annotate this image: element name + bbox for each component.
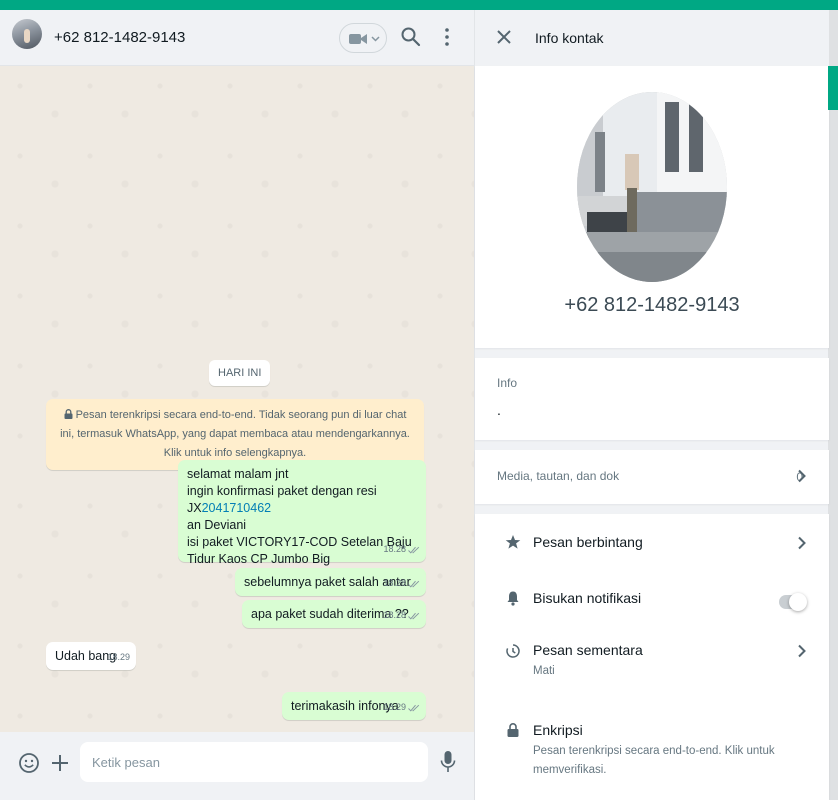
emoji-icon[interactable] (18, 752, 40, 774)
message-line: selamat malam jnt (187, 467, 289, 481)
starred-messages-label: Pesan berbintang (533, 534, 643, 550)
encryption-label: Enkripsi (533, 722, 583, 738)
profile-phone-number: +62 812-1482-9143 (564, 294, 740, 316)
message-bubble-outgoing[interactable]: selamat malam jnt ingin konfirmasi paket… (178, 460, 426, 566)
top-accent-bar (0, 0, 838, 10)
message-meta: 18.28 (383, 607, 420, 624)
encryption-notice-text: Pesan terenkripsi secara end-to-end. Tid… (60, 409, 410, 459)
message-bubble-outgoing[interactable]: apa paket sudah diterima ?? 18.28 (242, 600, 426, 628)
chat-wallpaper: HARI INI Pesan terenkripsi secara end-to… (0, 66, 474, 742)
plus-icon[interactable] (50, 753, 70, 773)
double-check-icon (408, 580, 420, 588)
about-section: Info . (475, 358, 829, 440)
disappearing-messages-status: Mati (533, 665, 555, 677)
panel-edge-accent (828, 66, 838, 110)
message-input[interactable] (80, 742, 428, 782)
chat-header[interactable]: +62 812-1482-9143 (0, 10, 474, 66)
message-time: 18.28 (383, 544, 406, 554)
message-bubble-incoming[interactable]: Udah bang 18.29 (46, 642, 136, 670)
message-meta: 18.29 (107, 649, 130, 666)
profile-photo[interactable] (577, 92, 727, 282)
mute-notifications-row[interactable]: Bisukan notifikasi (475, 574, 829, 630)
about-text: . (497, 402, 501, 418)
message-line: an Deviani (187, 518, 247, 532)
message-bubble-outgoing[interactable]: sebelumnya paket salah antar 18.28 (235, 568, 426, 596)
message-time: 18.29 (383, 702, 406, 712)
encryption-row[interactable]: Enkripsi Pesan terenkripsi secara end-to… (475, 706, 829, 786)
tracking-number-link[interactable]: 2041710462 (202, 501, 272, 515)
search-icon[interactable] (400, 26, 422, 48)
chevron-right-icon (798, 469, 806, 483)
message-time: 18.29 (107, 652, 130, 662)
starred-messages-row[interactable]: Pesan berbintang (475, 518, 829, 574)
message-meta: 18.29 (383, 699, 420, 716)
lock-icon (507, 723, 519, 737)
disappearing-messages-row[interactable]: Pesan sementara Mati (475, 630, 829, 696)
star-icon (505, 535, 521, 549)
timer-icon (506, 644, 520, 658)
disappearing-messages-label: Pesan sementara (533, 642, 643, 658)
video-call-icon (349, 34, 367, 44)
info-title: Info kontak (535, 30, 604, 46)
double-check-icon (408, 546, 420, 554)
double-check-icon (408, 612, 420, 620)
mute-notifications-toggle[interactable] (779, 593, 807, 611)
chevron-right-icon (798, 644, 806, 658)
double-check-icon (408, 704, 420, 712)
info-header: Info kontak (475, 10, 829, 66)
message-meta: 18.28 (383, 541, 420, 558)
chevron-down-icon (371, 36, 380, 42)
chevron-right-icon (798, 536, 806, 550)
options-section: Pesan berbintang Bisukan notifikasi Pesa… (475, 514, 829, 800)
media-label: Media, tautan, dan dok (497, 469, 620, 483)
message-time: 18.28 (383, 610, 406, 620)
contact-avatar[interactable] (12, 19, 42, 49)
message-meta: 18.28 (383, 575, 420, 592)
message-time: 18.28 (383, 578, 406, 588)
profile-photo-image (577, 92, 727, 282)
about-label: Info (497, 376, 518, 390)
message-composer (0, 732, 474, 800)
media-section[interactable]: Media, tautan, dan dok 0 (475, 450, 829, 504)
date-chip: HARI INI (209, 360, 271, 386)
mute-notifications-label: Bisukan notifikasi (533, 590, 642, 606)
close-icon[interactable] (495, 28, 513, 46)
chat-panel: +62 812-1482-9143 HARI INI Pesan terenkr… (0, 10, 474, 800)
video-call-button[interactable] (339, 23, 387, 53)
message-bubble-outgoing[interactable]: terimakasih infonya 18.29 (282, 692, 426, 720)
microphone-icon[interactable] (440, 750, 456, 774)
chat-contact-name[interactable]: +62 812-1482-9143 (54, 29, 185, 46)
profile-section: +62 812-1482-9143 (475, 66, 829, 348)
encryption-description: Pesan terenkripsi secara end-to-end. Kli… (533, 745, 775, 776)
lock-icon (64, 409, 73, 419)
message-line: ingin konfirmasi paket dengan resi JX204… (187, 483, 416, 517)
contact-info-panel: Info kontak +62 812-1482-9143 Info . Med… (474, 10, 829, 800)
menu-dots-icon[interactable] (436, 26, 458, 48)
bell-icon (507, 591, 519, 606)
